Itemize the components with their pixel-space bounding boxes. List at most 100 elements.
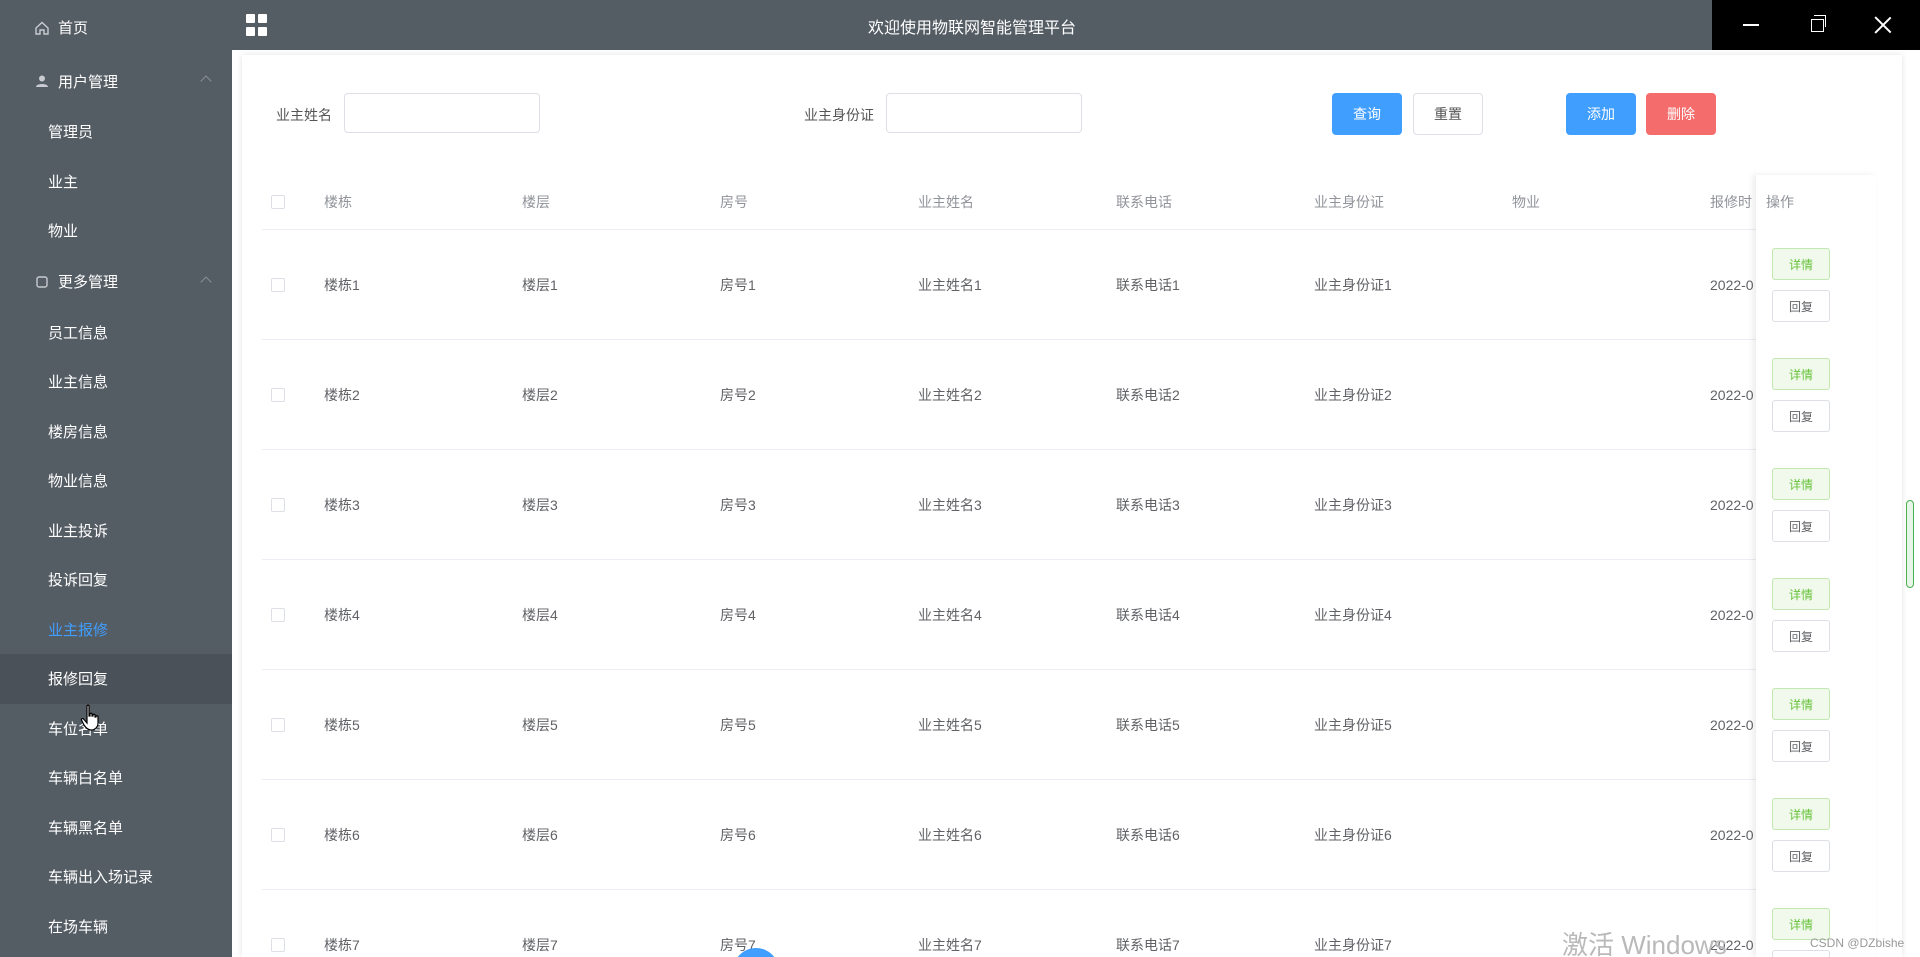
detail-button[interactable]: 详情: [1772, 798, 1830, 830]
table-cell: 楼栋3: [324, 497, 360, 513]
column-header[interactable]: 业主身份证: [1314, 175, 1384, 230]
row-checkbox[interactable]: [271, 498, 285, 512]
row-checkbox[interactable]: [271, 938, 285, 952]
table-cell: 联系电话5: [1116, 717, 1180, 733]
sidebar-item-label: 在场车辆: [48, 918, 109, 936]
sidebar-item[interactable]: 报修回复: [0, 654, 232, 704]
table-row[interactable]: 楼栋2 楼层2 房号2 业主姓名2 联系电话2 业主身份证2 2022-0: [262, 340, 1876, 450]
row-checkbox[interactable]: [271, 388, 285, 402]
close-button[interactable]: [1850, 0, 1916, 50]
select-all-checkbox[interactable]: [271, 195, 285, 209]
reset-button[interactable]: 重置: [1413, 93, 1483, 135]
scrollbar-thumb[interactable]: [1906, 500, 1914, 588]
sidebar-item[interactable]: 管理员: [0, 107, 232, 157]
table-cell: 2022-0: [1710, 387, 1754, 403]
sidebar-item[interactable]: 投诉回复: [0, 555, 232, 605]
column-header[interactable]: 报修时: [1710, 175, 1752, 230]
table-row[interactable]: 楼栋5 楼层5 房号5 业主姓名5 联系电话5 业主身份证5 2022-0: [262, 670, 1876, 780]
reply-button[interactable]: 回复: [1772, 730, 1830, 762]
row-checkbox[interactable]: [271, 718, 285, 732]
delete-button[interactable]: 删除: [1646, 93, 1716, 135]
add-button[interactable]: 添加: [1566, 93, 1636, 135]
column-header[interactable]: 联系电话: [1116, 175, 1172, 230]
sidebar-group-user[interactable]: 用户管理: [0, 55, 232, 107]
table-cell: 楼层4: [522, 607, 558, 623]
sidebar-group-more[interactable]: 更多管理: [0, 256, 232, 308]
sidebar-item[interactable]: 员工信息: [0, 308, 232, 358]
sidebar-item-label: 车辆白名单: [48, 770, 124, 788]
detail-button[interactable]: 详情: [1772, 358, 1830, 390]
table-row[interactable]: 楼栋3 楼层3 房号3 业主姓名3 联系电话3 业主身份证3 2022-0: [262, 450, 1876, 560]
table-cell: 楼栋2: [324, 387, 360, 403]
table-cell: 业主身份证6: [1314, 827, 1392, 843]
table-cell: 2022-0: [1710, 827, 1754, 843]
detail-button[interactable]: 详情: [1772, 468, 1830, 500]
sidebar-item[interactable]: 业主: [0, 157, 232, 207]
table-row[interactable]: 楼栋6 楼层6 房号6 业主姓名6 联系电话6 业主身份证6 2022-0: [262, 780, 1876, 890]
sidebar-item[interactable]: 业主投诉: [0, 506, 232, 556]
table-cell: 业主身份证3: [1314, 497, 1392, 513]
sidebar-item[interactable]: 业主报修: [0, 605, 232, 655]
table-cell: 联系电话2: [1116, 387, 1180, 403]
sidebar-item[interactable]: 在场车辆: [0, 902, 232, 952]
sidebar-item[interactable]: 业主信息: [0, 357, 232, 407]
table-cell: 业主姓名4: [918, 607, 982, 623]
table-cell: 联系电话1: [1116, 277, 1180, 293]
column-header[interactable]: 业主姓名: [918, 175, 974, 230]
home-icon: [34, 20, 50, 36]
table-cell: 楼层6: [522, 827, 558, 843]
column-header[interactable]: 楼栋: [324, 175, 352, 230]
sidebar-item[interactable]: 楼房信息: [0, 407, 232, 457]
table-cell: 房号2: [720, 387, 756, 403]
sidebar-item[interactable]: 物业: [0, 206, 232, 256]
column-header[interactable]: 房号: [720, 175, 748, 230]
detail-button[interactable]: 详情: [1772, 578, 1830, 610]
table-cell: 楼层1: [522, 277, 558, 293]
sidebar-item-label: 业主投诉: [48, 522, 109, 540]
sidebar-item[interactable]: 物业信息: [0, 456, 232, 506]
table-header: 楼栋 楼层 房号 业主姓名 联系电话 业主身份证 物业 报修时: [262, 175, 1876, 230]
sidebar-item[interactable]: 车辆黑名单: [0, 803, 232, 853]
sidebar-item-label: 物业: [48, 223, 79, 241]
reply-button[interactable]: 回复: [1772, 840, 1830, 872]
reply-button[interactable]: 回复: [1772, 400, 1830, 432]
minimize-button[interactable]: [1718, 0, 1784, 50]
column-header[interactable]: 物业: [1512, 175, 1540, 230]
reply-button[interactable]: 回复: [1772, 950, 1830, 957]
sidebar-item-label: 物业信息: [48, 473, 109, 491]
sidebar-item-label: 业主报修: [48, 621, 109, 639]
sidebar-item-label: 管理员: [48, 124, 94, 142]
sidebar-item[interactable]: 车辆出入场记录: [0, 852, 232, 902]
table-row[interactable]: 楼栋4 楼层4 房号4 业主姓名4 联系电话4 业主身份证4 2022-0: [262, 560, 1876, 670]
row-checkbox[interactable]: [271, 608, 285, 622]
sidebar-item-label: 业主: [48, 173, 79, 191]
owner-name-label: 业主姓名: [276, 107, 332, 123]
table-cell: 房号6: [720, 827, 756, 843]
table-row[interactable]: 楼栋1 楼层1 房号1 业主姓名1 联系电话1 业主身份证1 2022-0: [262, 230, 1876, 340]
sidebar-item-label: 楼房信息: [48, 423, 109, 441]
table-cell: 房号7: [720, 937, 756, 953]
reply-button[interactable]: 回复: [1772, 510, 1830, 542]
reply-button[interactable]: 回复: [1772, 620, 1830, 652]
column-header[interactable]: 楼层: [522, 175, 550, 230]
sidebar-item-label: 报修回复: [48, 671, 109, 689]
table-cell: 业主身份证2: [1314, 387, 1392, 403]
sidebar-item-home[interactable]: 首页: [0, 0, 232, 55]
table-cell: 楼层5: [522, 717, 558, 733]
detail-button[interactable]: 详情: [1772, 688, 1830, 720]
owner-name-input[interactable]: [344, 93, 540, 133]
sidebar-item[interactable]: 车位名单: [0, 704, 232, 754]
query-button[interactable]: 查询: [1332, 93, 1402, 135]
reply-button[interactable]: 回复: [1772, 290, 1830, 322]
sidebar-item-label: 员工信息: [48, 324, 109, 342]
row-checkbox[interactable]: [271, 828, 285, 842]
sidebar-item-label: 业主信息: [48, 374, 109, 392]
restore-button[interactable]: [1784, 0, 1850, 50]
page-title: 欢迎使用物联网智能管理平台: [867, 20, 1076, 37]
table-cell: 业主姓名7: [918, 937, 982, 953]
detail-button[interactable]: 详情: [1772, 248, 1830, 280]
table-cell: 业主姓名2: [918, 387, 982, 403]
sidebar-item[interactable]: 车辆白名单: [0, 753, 232, 803]
owner-id-input[interactable]: [886, 93, 1082, 133]
row-checkbox[interactable]: [271, 278, 285, 292]
